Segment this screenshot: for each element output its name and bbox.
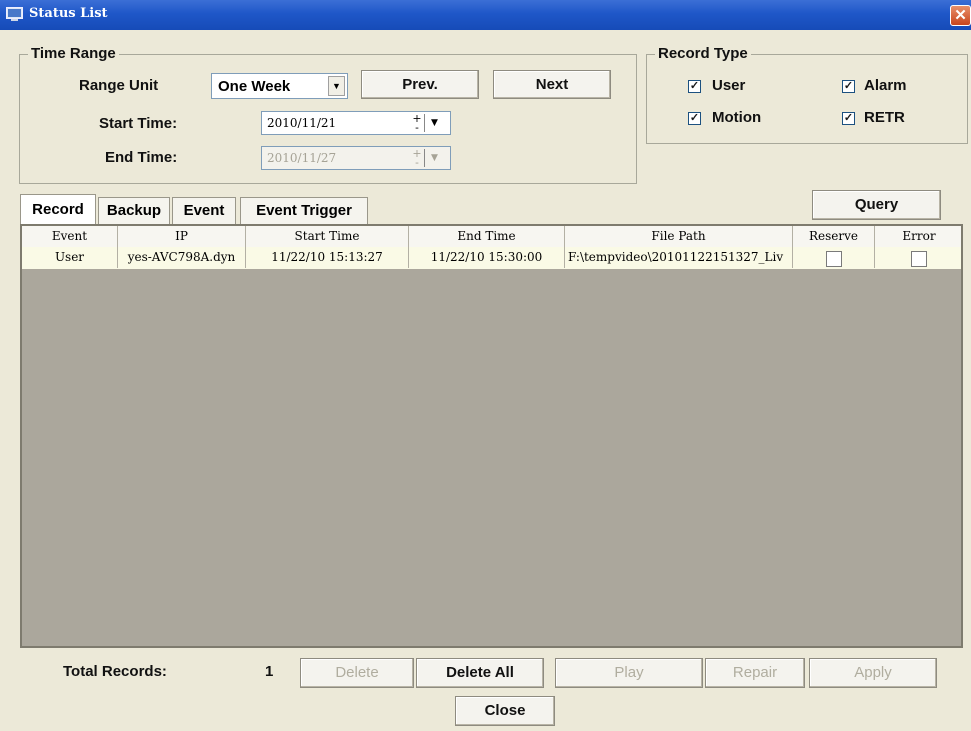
monitor-icon — [6, 7, 23, 21]
query-button[interactable]: Query — [812, 190, 941, 220]
record-type-motion[interactable]: ✓ Motion — [688, 109, 798, 129]
end-time-label: End Time: — [105, 149, 178, 166]
window-title: Status List — [29, 6, 108, 21]
cell-end-time: 11/22/10 15:30:00 — [409, 247, 565, 268]
close-button[interactable]: Close — [455, 696, 555, 726]
chevron-down-icon: ▼ — [431, 153, 438, 163]
cell-error — [875, 247, 961, 268]
end-time-value: 2010/11/27 — [267, 151, 337, 165]
motion-label: Motion — [712, 109, 762, 126]
table-row[interactable]: User yes-AVC798A.dyn 11/22/10 15:13:27 1… — [22, 247, 961, 269]
column-header-reserve[interactable]: Reserve — [793, 226, 875, 247]
record-type-group: Record Type — [646, 45, 968, 144]
time-range-label: Time Range — [28, 45, 119, 62]
record-table[interactable]: Event IP Start Time End Time File Path R… — [20, 224, 963, 648]
tab-record[interactable]: Record — [20, 194, 96, 224]
user-checkbox[interactable]: ✓ — [688, 80, 701, 93]
range-unit-select[interactable]: One Week ▼ — [211, 73, 348, 99]
column-header-event[interactable]: Event — [22, 226, 118, 247]
chevron-down-icon[interactable]: ▼ — [328, 76, 345, 96]
alarm-checkbox[interactable]: ✓ — [842, 80, 855, 93]
total-records-label: Total Records: — [63, 663, 167, 680]
cell-ip: yes-AVC798A.dyn — [118, 247, 246, 268]
end-time-spinner: + - — [410, 148, 425, 168]
start-time-picker[interactable]: 2010/11/21 + - ▼ — [261, 111, 451, 135]
end-time-picker: 2010/11/27 + - ▼ — [261, 146, 451, 170]
delete-button[interactable]: Delete — [300, 658, 414, 688]
column-header-file-path[interactable]: File Path — [565, 226, 793, 247]
cell-event: User — [22, 247, 118, 268]
record-type-label: Record Type — [655, 45, 751, 62]
chevron-down-icon[interactable]: ▼ — [428, 114, 441, 132]
title-bar: Status List ✕ — [0, 0, 971, 30]
next-button[interactable]: Next — [493, 70, 611, 99]
record-type-alarm[interactable]: ✓ Alarm — [842, 77, 932, 97]
retr-checkbox[interactable]: ✓ — [842, 112, 855, 125]
repair-button[interactable]: Repair — [705, 658, 805, 688]
error-checkbox[interactable] — [911, 251, 927, 267]
column-header-error[interactable]: Error — [875, 226, 961, 247]
start-time-spinner[interactable]: + - — [410, 113, 425, 133]
tab-backup[interactable]: Backup — [98, 197, 170, 224]
apply-button[interactable]: Apply — [809, 658, 937, 688]
total-records-value: 1 — [265, 663, 274, 680]
record-type-user[interactable]: ✓ User — [688, 77, 778, 97]
table-header: Event IP Start Time End Time File Path R… — [22, 226, 961, 248]
tab-event-trigger[interactable]: Event Trigger — [240, 197, 368, 224]
record-type-retr[interactable]: ✓ RETR — [842, 109, 932, 129]
cell-file-path: F:\tempvideo\20101122151327_Liv — [565, 247, 793, 268]
reserve-checkbox[interactable] — [826, 251, 842, 267]
motion-checkbox[interactable]: ✓ — [688, 112, 701, 125]
range-unit-value: One Week — [218, 78, 291, 95]
retr-label: RETR — [864, 109, 905, 126]
play-button[interactable]: Play — [555, 658, 703, 688]
column-header-end-time[interactable]: End Time — [409, 226, 565, 247]
column-header-start-time[interactable]: Start Time — [246, 226, 409, 247]
alarm-label: Alarm — [864, 77, 907, 94]
start-time-label: Start Time: — [99, 115, 178, 132]
tab-event[interactable]: Event — [172, 197, 236, 224]
delete-all-button[interactable]: Delete All — [416, 658, 544, 688]
window-close-button[interactable]: ✕ — [950, 5, 971, 26]
column-header-ip[interactable]: IP — [118, 226, 246, 247]
cell-reserve — [793, 247, 875, 268]
user-label: User — [712, 77, 746, 94]
start-time-value: 2010/11/21 — [267, 116, 337, 130]
range-unit-label: Range Unit — [79, 77, 159, 94]
cell-start-time: 11/22/10 15:13:27 — [246, 247, 409, 268]
prev-button[interactable]: Prev. — [361, 70, 479, 99]
